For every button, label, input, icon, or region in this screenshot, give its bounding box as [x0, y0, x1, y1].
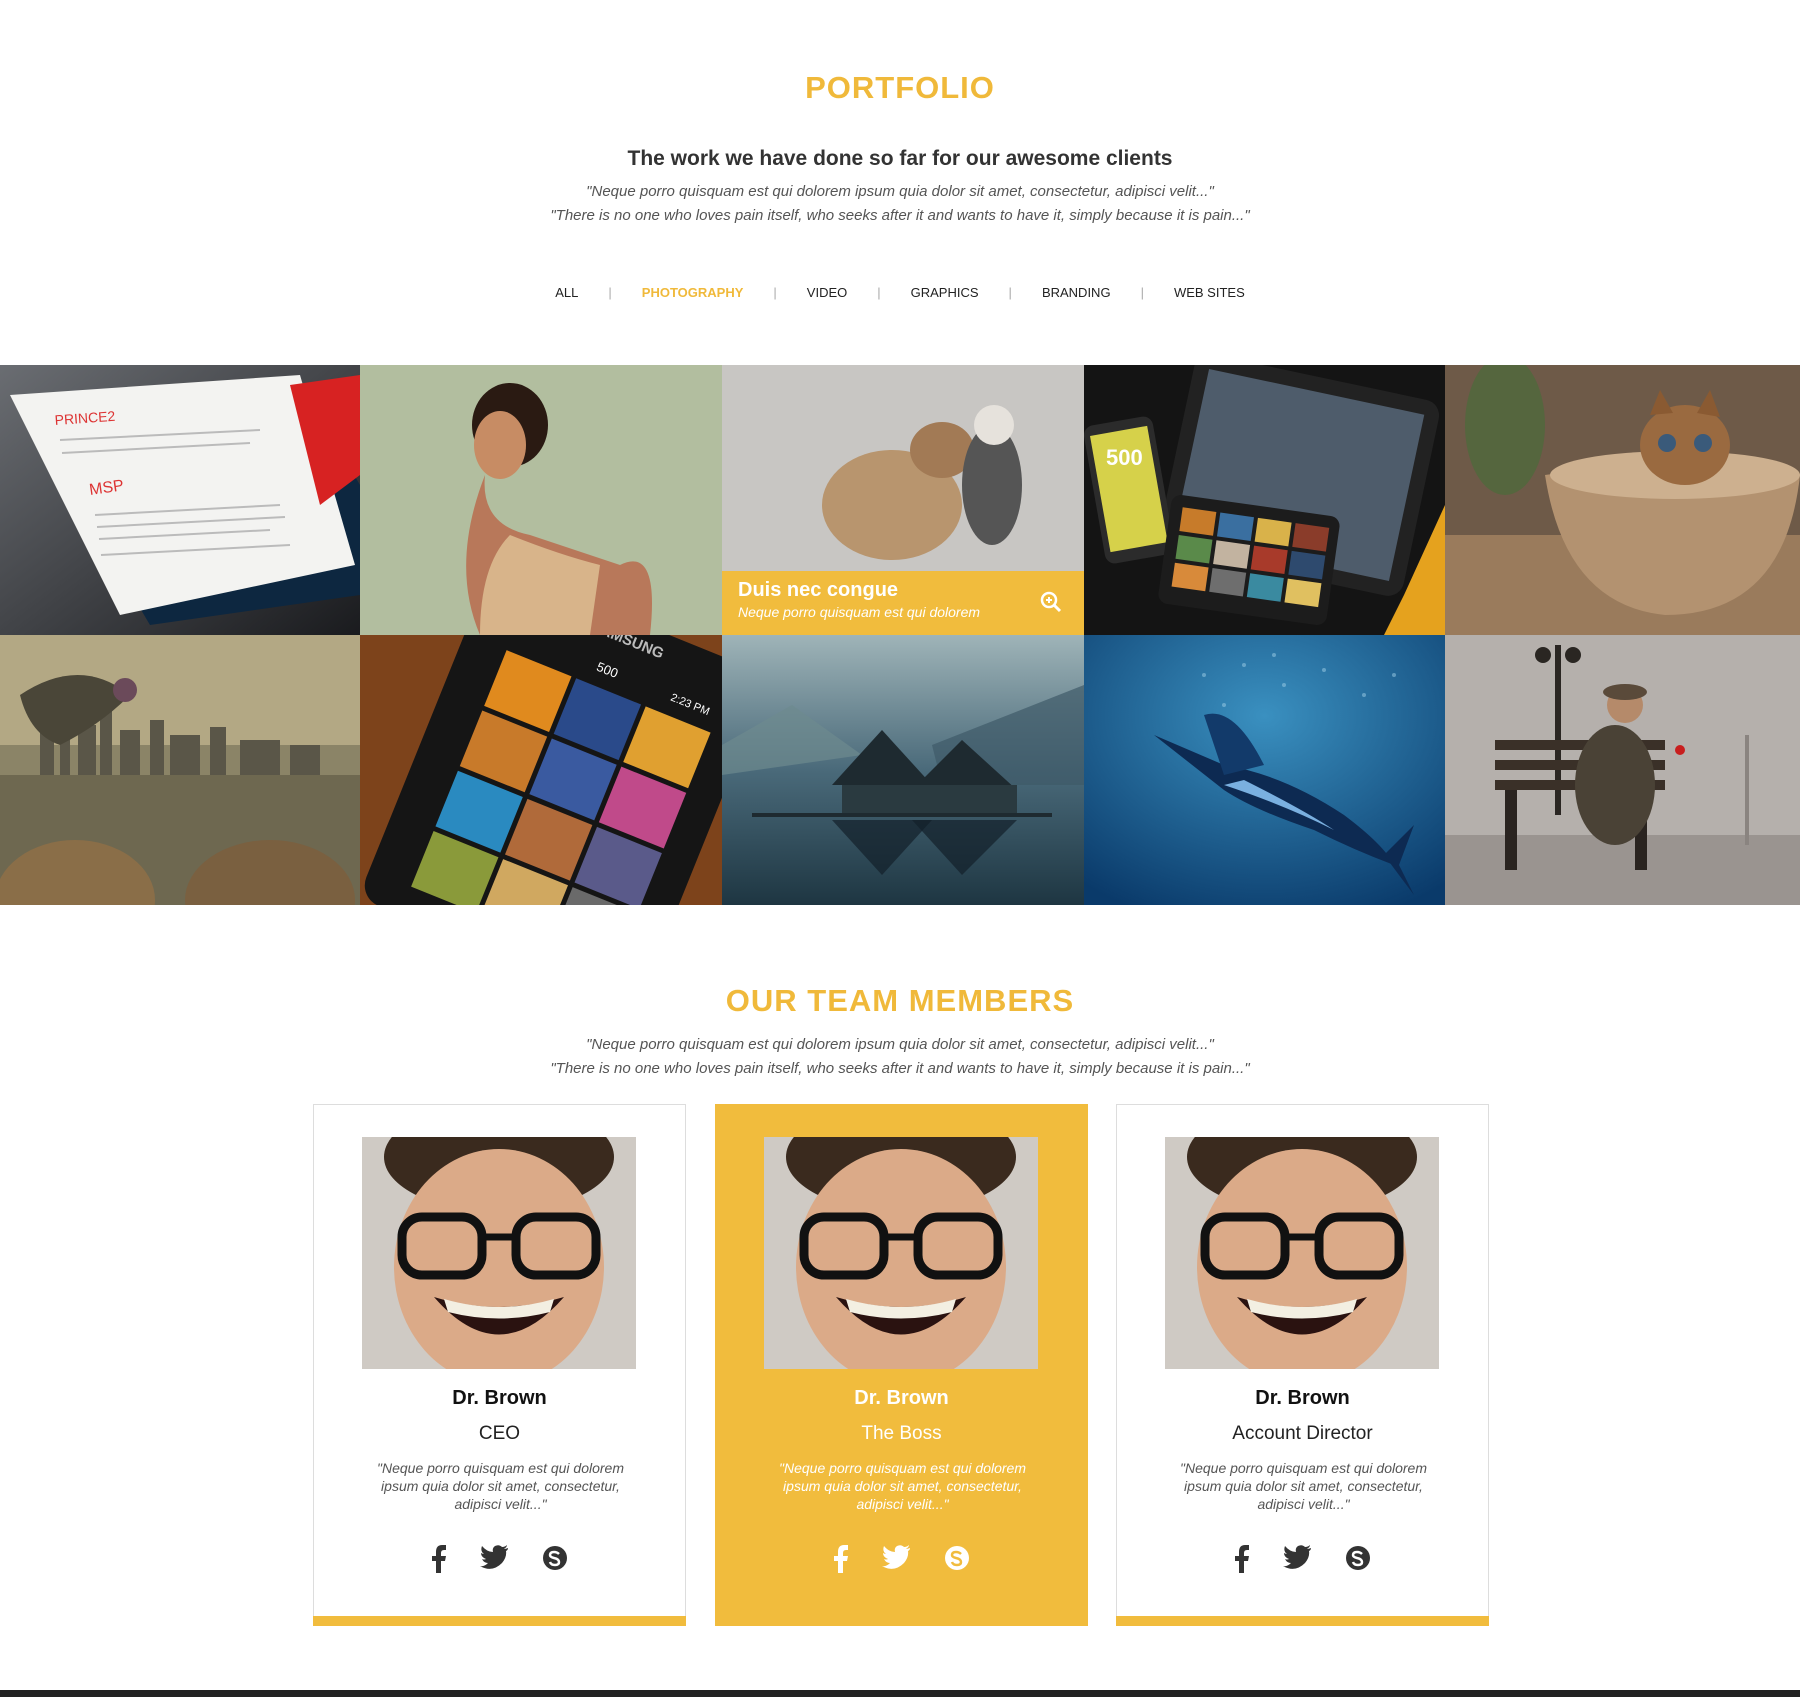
- document-photo: PRINCE2 MSP: [0, 365, 360, 635]
- twitter-icon[interactable]: [1282, 1545, 1311, 1569]
- sailfish-photo: [1084, 635, 1445, 905]
- member-bio: "Neque porro quisquam est qui dolorem ip…: [779, 1460, 1026, 1512]
- hover-title: Duis nec congue: [738, 579, 899, 601]
- member-name: Dr. Brown: [854, 1387, 949, 1409]
- woman-photo: [360, 365, 722, 635]
- filter-separator: |: [1008, 285, 1012, 300]
- member-name: Dr. Brown: [452, 1387, 547, 1409]
- member-bio: "Neque porro quisquam est qui dolorem ip…: [1180, 1460, 1427, 1512]
- card-accent-bar: [313, 1616, 686, 1626]
- skype-icon[interactable]: [944, 1545, 970, 1571]
- social-links: [1117, 1545, 1488, 1573]
- portfolio-item-kitten[interactable]: [1445, 365, 1800, 635]
- filter-photography[interactable]: PHOTOGRAPHY: [638, 285, 748, 300]
- kitten-photo: [1445, 365, 1800, 635]
- member-bio: "Neque porro quisquam est qui dolorem ip…: [377, 1460, 624, 1512]
- team-card-account-director: Dr. Brown Account Director "Neque porro …: [1116, 1104, 1489, 1626]
- hover-caption: Neque porro quisquam est qui dolorem: [738, 604, 981, 620]
- portfolio-quote-1: "Neque porro quisquam est qui dolorem ip…: [586, 183, 1214, 200]
- bird-city-photo: [0, 635, 360, 905]
- portfolio-subtitle: The work we have done so far for our awe…: [627, 147, 1173, 170]
- portfolio-grid: PRINCE2 MSP Duis nec congue Neque porro …: [0, 365, 1800, 905]
- phone-photo: SAMSUNG 500 2:23 PM: [360, 635, 722, 905]
- portfolio-filter-nav: ALL | PHOTOGRAPHY | VIDEO | GRAPHICS | B…: [0, 285, 1800, 300]
- facebook-icon[interactable]: [1234, 1545, 1249, 1573]
- team-members: Dr. Brown CEO "Neque porro quisquam est …: [313, 1104, 1489, 1626]
- team-title: OUR TEAM MEMBERS: [725, 983, 1075, 1018]
- filter-web-sites[interactable]: WEB SITES: [1170, 285, 1249, 300]
- filter-graphics[interactable]: GRAPHICS: [907, 285, 983, 300]
- pagoda-photo: [722, 635, 1084, 905]
- portfolio-item-dog[interactable]: Duis nec congue Neque porro quisquam est…: [722, 365, 1084, 635]
- filter-separator: |: [1140, 285, 1144, 300]
- portfolio-item-document[interactable]: PRINCE2 MSP: [0, 365, 360, 635]
- avatar: [764, 1137, 1038, 1369]
- facebook-icon[interactable]: [833, 1545, 848, 1573]
- filter-video[interactable]: VIDEO: [803, 285, 851, 300]
- portfolio-item-phone[interactable]: SAMSUNG 500 2:23 PM: [360, 635, 722, 905]
- avatar: [1165, 1137, 1439, 1369]
- team-quote-2: "There is no one who loves pain itself, …: [550, 1060, 1250, 1077]
- member-name: Dr. Brown: [1255, 1387, 1350, 1409]
- bench-photo: [1445, 635, 1800, 905]
- member-role: CEO: [478, 1423, 521, 1444]
- portfolio-item-devices[interactable]: 500: [1084, 365, 1445, 635]
- portfolio-hover-caption: Duis nec congue Neque porro quisquam est…: [722, 571, 1084, 635]
- twitter-icon[interactable]: [881, 1545, 910, 1569]
- team-quote-1: "Neque porro quisquam est qui dolorem ip…: [586, 1036, 1214, 1053]
- social-links: [314, 1545, 685, 1573]
- member-role: Account Director: [1232, 1423, 1373, 1444]
- portfolio-title: PORTFOLIO: [805, 70, 995, 105]
- filter-separator: |: [608, 285, 612, 300]
- social-links: [716, 1545, 1087, 1573]
- team-card-boss: Dr. Brown The Boss "Neque porro quisquam…: [715, 1104, 1088, 1626]
- portfolio-item-woman[interactable]: [360, 365, 722, 635]
- team-card-ceo: Dr. Brown CEO "Neque porro quisquam est …: [313, 1104, 686, 1626]
- portrait-image: [362, 1137, 636, 1369]
- portrait-image: [764, 1137, 1038, 1369]
- portfolio-item-bench[interactable]: [1445, 635, 1800, 905]
- twitter-icon[interactable]: [479, 1545, 508, 1569]
- portfolio-item-pagoda[interactable]: [722, 635, 1084, 905]
- devices-photo: 500: [1084, 365, 1445, 635]
- facebook-icon[interactable]: [431, 1545, 446, 1573]
- card-accent-bar: [1116, 1616, 1489, 1626]
- filter-separator: |: [877, 285, 881, 300]
- avatar: [362, 1137, 636, 1369]
- member-role: The Boss: [861, 1423, 942, 1444]
- footer-edge: [0, 1690, 1800, 1697]
- portfolio-item-bird-city[interactable]: [0, 635, 360, 905]
- filter-branding[interactable]: BRANDING: [1038, 285, 1115, 300]
- filter-all[interactable]: ALL: [551, 285, 582, 300]
- app-label: 500: [1106, 445, 1143, 470]
- zoom-icon[interactable]: [1040, 591, 1062, 613]
- portrait-image: [1165, 1137, 1439, 1369]
- skype-icon[interactable]: [542, 1545, 568, 1571]
- portfolio-quote-2: "There is no one who loves pain itself, …: [550, 207, 1250, 224]
- portfolio-item-sailfish[interactable]: [1084, 635, 1445, 905]
- filter-separator: |: [773, 285, 777, 300]
- skype-icon[interactable]: [1345, 1545, 1371, 1571]
